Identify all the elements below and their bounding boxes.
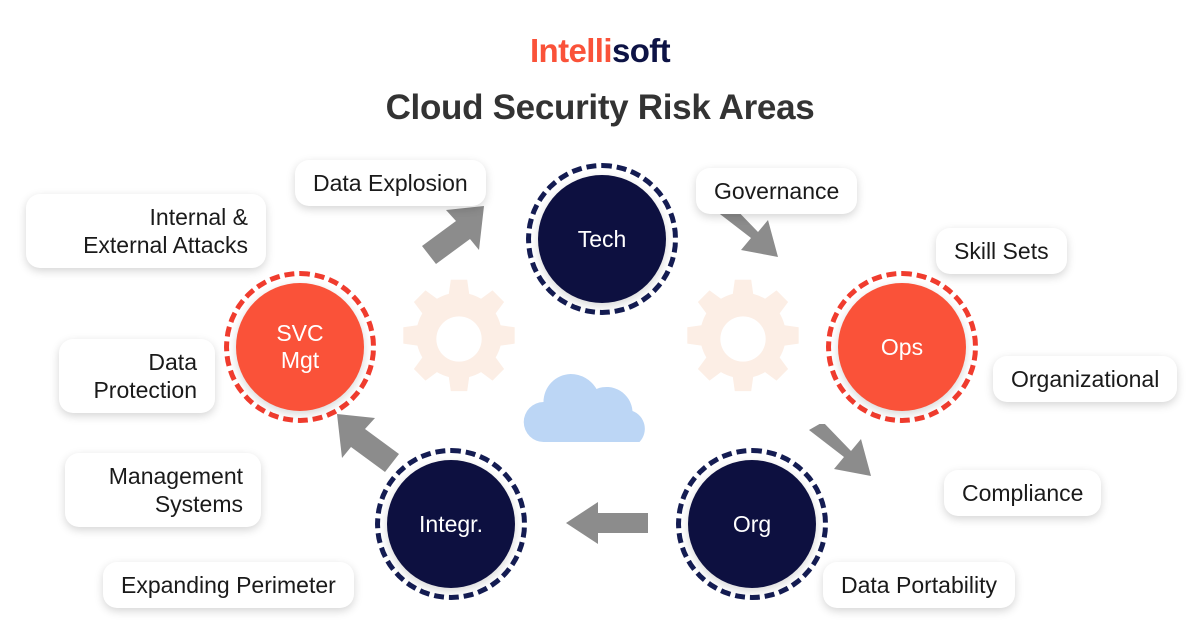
node-svc-mgt[interactable]: SVC Mgt [236,283,364,411]
label-data-protection-line1: Data [148,349,197,375]
label-management-systems[interactable]: Management Systems [65,453,261,528]
label-organizational[interactable]: Organizational [993,356,1178,403]
label-data-portability[interactable]: Data Portability [823,562,1015,609]
label-data-protection-line2: Protection [93,377,197,404]
label-internal-external-attacks-line1: Internal & [149,204,248,230]
node-tech-label: Tech [577,225,627,252]
gear-icon-right [687,279,799,392]
label-skill-sets[interactable]: Skill Sets [936,228,1067,275]
label-internal-external-attacks[interactable]: Internal & External Attacks [26,194,266,269]
node-org-label: Org [732,510,772,537]
node-svc-mgt-label-line1: SVC [276,320,324,347]
brand-logo-primary: Intelli [529,32,613,69]
label-compliance[interactable]: Compliance [944,470,1102,517]
node-tech[interactable]: Tech [538,175,666,303]
node-integr[interactable]: Integr. [387,460,515,588]
brand-logo-secondary: soft [611,32,671,69]
brand-logo: Intellisoft [0,32,1200,70]
label-management-systems-line2: Systems [154,491,243,518]
gear-icon-left [403,279,515,392]
arrow-ops-to-org [809,424,871,476]
node-svc-mgt-label-line2: Mgt [280,347,320,373]
node-integr-label: Integr. [419,510,483,537]
cloud-icon [523,373,645,442]
label-internal-external-attacks-line2: External Attacks [83,232,248,259]
label-data-explosion[interactable]: Data Explosion [295,160,486,207]
node-ops-label: Ops [880,333,924,360]
label-management-systems-line1: Management [108,463,243,489]
label-governance[interactable]: Governance [696,168,858,215]
label-expanding-perimeter[interactable]: Expanding Perimeter [103,562,354,609]
arrow-svcmgt-to-tech [422,206,484,264]
page-title: Cloud Security Risk Areas [385,88,815,127]
node-svc-mgt-label: SVC Mgt [276,320,323,373]
label-data-protection[interactable]: Data Protection [59,339,215,414]
arrow-integr-to-svcmgt [337,414,399,472]
arrow-tech-to-ops [716,205,778,257]
node-org[interactable]: Org [688,460,816,588]
node-ops[interactable]: Ops [838,283,966,411]
infographic-canvas: Intellisoft Cloud Security Risk Areas Te… [0,0,1200,627]
arrow-org-to-integr [566,502,648,544]
